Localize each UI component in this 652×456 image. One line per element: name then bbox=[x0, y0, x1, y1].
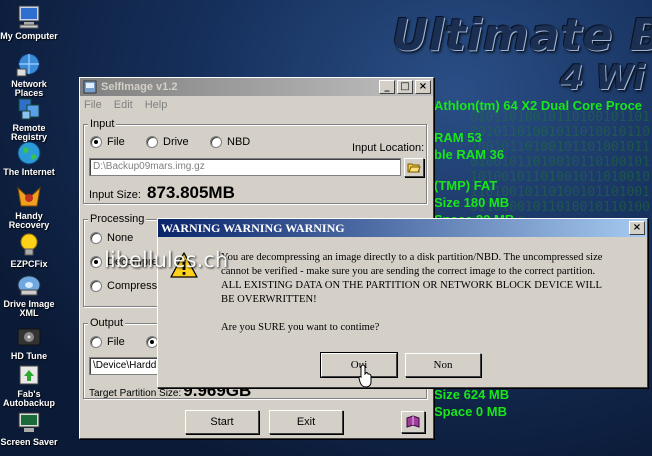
exit-button[interactable]: Exit bbox=[269, 410, 343, 434]
warning-dialog: WARNING WARNING WARNING × You are decomp… bbox=[157, 218, 648, 388]
watermark-text: libellules.ch bbox=[104, 248, 229, 272]
input-location-field[interactable]: D:\Backup09mars.img.gz bbox=[89, 158, 401, 176]
input-radio-file[interactable]: File bbox=[90, 136, 125, 148]
processing-radio-compress[interactable]: Compress bbox=[90, 280, 157, 292]
recovery-icon bbox=[17, 186, 41, 207]
output-radio-file[interactable]: File bbox=[90, 336, 125, 348]
menu-file[interactable]: File bbox=[84, 99, 102, 111]
folder-open-icon bbox=[407, 163, 421, 172]
desktop-icon-network-places[interactable]: Network Places bbox=[0, 52, 58, 98]
desktop-icon-my-computer[interactable]: My Computer bbox=[0, 4, 58, 41]
sysinfo-available-ram: ble RAM 36 bbox=[434, 147, 505, 162]
processing-radio-none[interactable]: None bbox=[90, 232, 133, 244]
desktop-icon-handy-recovery[interactable]: Handy Recovery bbox=[0, 184, 58, 230]
menubar: File Edit Help bbox=[80, 96, 433, 114]
radio-dot bbox=[90, 232, 102, 244]
warning-message-line: BE OVERWRITTEN! bbox=[221, 294, 317, 305]
minimize-button[interactable]: _ bbox=[379, 80, 395, 94]
input-size-label: Input Size: bbox=[89, 189, 141, 201]
dialog-close-button[interactable]: × bbox=[629, 221, 645, 235]
sysinfo-tmp: (TMP) FAT bbox=[434, 178, 498, 193]
lightbulb-icon bbox=[20, 233, 38, 256]
warning-title: WARNING WARNING WARNING bbox=[161, 220, 345, 235]
globe-icon bbox=[17, 141, 41, 165]
app-icon bbox=[83, 80, 97, 94]
warning-titlebar[interactable]: WARNING WARNING WARNING × bbox=[158, 219, 647, 237]
input-size: Input Size: 873.805MB bbox=[89, 183, 235, 203]
close-button[interactable]: × bbox=[415, 80, 431, 94]
radio-dot bbox=[90, 280, 102, 292]
sysinfo-ram: RAM 53 bbox=[434, 130, 482, 145]
drive-icon bbox=[17, 275, 41, 296]
target-partition-label: Target Partition Size: bbox=[89, 388, 182, 399]
selfimage-title: SelfImage v1.2 bbox=[101, 81, 178, 93]
output-group-label: Output bbox=[88, 317, 126, 329]
screensaver-icon bbox=[18, 412, 40, 432]
start-button[interactable]: Start bbox=[185, 410, 259, 434]
input-radio-drive[interactable]: Drive bbox=[146, 136, 189, 148]
desktop-icon-remote-registry[interactable]: Remote Registry bbox=[0, 96, 58, 142]
warning-message-line: cannot be verified - make sure you are s… bbox=[221, 266, 596, 277]
radio-dot bbox=[90, 336, 102, 348]
warning-message-line: ALL EXISTING DATA ON THE PARTITION OR NE… bbox=[221, 280, 603, 291]
input-group-label: Input bbox=[88, 118, 117, 130]
network-icon bbox=[16, 53, 40, 77]
warning-message-line: You are decompressing an image directly … bbox=[221, 252, 603, 263]
book-icon bbox=[406, 415, 420, 428]
input-size-value: 873.805MB bbox=[146, 183, 235, 202]
warning-message: You are decompressing an image directly … bbox=[221, 251, 603, 307]
backup-icon bbox=[19, 365, 39, 385]
radio-dot bbox=[210, 136, 222, 148]
desktop-icon-fabs-autobackup[interactable]: Fab's Autobackup bbox=[0, 362, 58, 408]
sysinfo-space-2: Space 0 MB bbox=[434, 404, 507, 419]
processing-group-label: Processing bbox=[88, 213, 147, 225]
registry-icon bbox=[18, 98, 40, 120]
sysinfo-size-1: Size 180 MB bbox=[434, 195, 510, 210]
help-book-button[interactable] bbox=[401, 411, 425, 433]
desktop-icon-hd-tune[interactable]: HD Tune bbox=[0, 324, 58, 361]
computer-icon bbox=[18, 5, 40, 29]
no-button[interactable]: Non bbox=[405, 353, 481, 377]
desktop: Ultimate Bo 4 Wi 01011010010110100101101… bbox=[0, 0, 652, 456]
warning-question: Are you SURE you want to contime? bbox=[221, 322, 380, 333]
hdtune-icon bbox=[17, 328, 41, 346]
menu-edit[interactable]: Edit bbox=[114, 99, 133, 111]
radio-dot bbox=[90, 136, 102, 148]
desktop-icon-drive-image-xml[interactable]: Drive Image XML bbox=[0, 272, 58, 318]
radio-dot bbox=[90, 256, 102, 268]
banner-title: Ultimate Bo bbox=[392, 10, 652, 61]
radio-dot bbox=[146, 136, 158, 148]
browse-button[interactable] bbox=[404, 158, 424, 177]
mouse-cursor-icon bbox=[358, 364, 372, 388]
banner-subtitle: 4 Wi bbox=[560, 58, 645, 98]
maximize-button[interactable]: □ bbox=[397, 80, 413, 94]
input-group: Input File Drive NBD Input Location: D:\… bbox=[83, 118, 427, 204]
sysinfo-cpu: Athlon(tm) 64 X2 Dual Core Proce bbox=[434, 98, 643, 113]
selfimage-titlebar[interactable]: SelfImage v1.2 _ □ × bbox=[80, 78, 433, 96]
sysinfo-size-2: Size 624 MB bbox=[434, 387, 510, 402]
input-location-label: Input Location: bbox=[352, 142, 425, 154]
input-radio-nbd[interactable]: NBD bbox=[210, 136, 250, 148]
menu-help[interactable]: Help bbox=[145, 99, 168, 111]
desktop-icon-screen-saver[interactable]: Screen Saver bbox=[0, 410, 58, 447]
desktop-icon-the-internet[interactable]: The Internet bbox=[0, 140, 58, 177]
desktop-icon-ezpcfix[interactable]: EZPCFix bbox=[0, 232, 58, 269]
